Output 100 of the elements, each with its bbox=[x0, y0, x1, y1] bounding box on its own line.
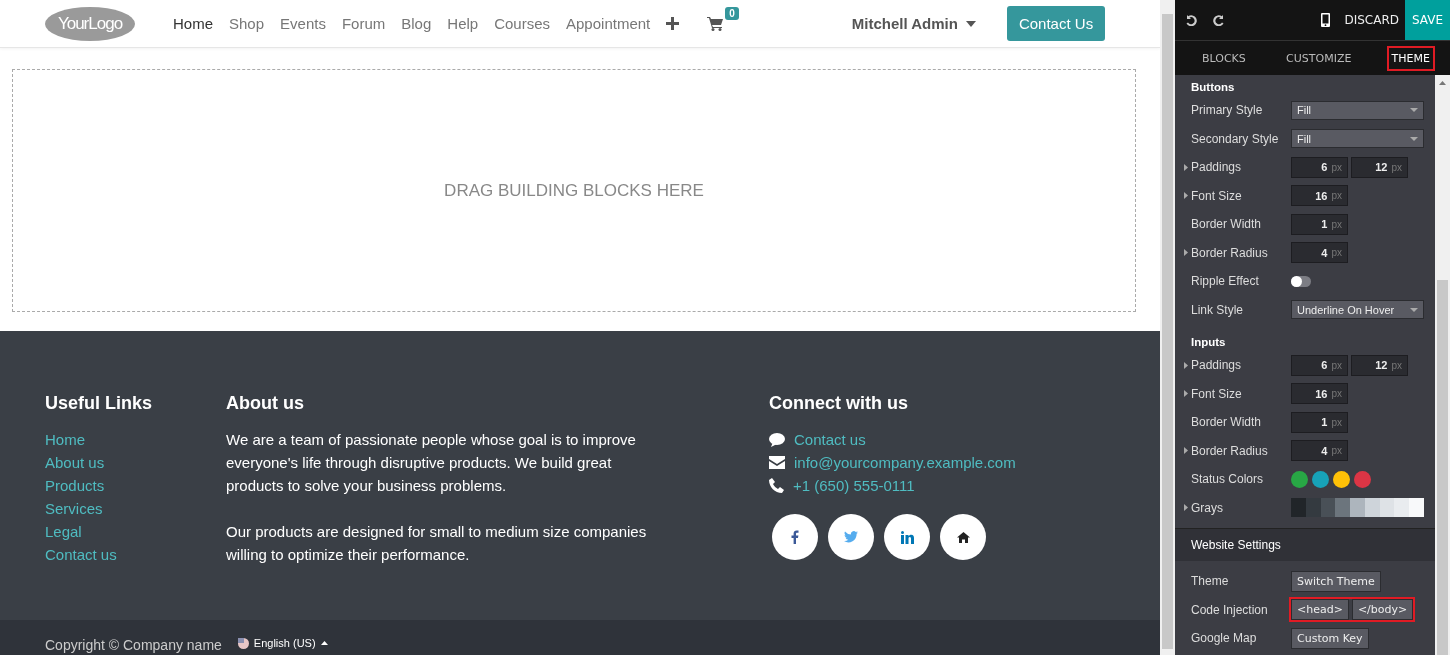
contact-link[interactable]: +1 (650) 555-0111 bbox=[793, 474, 915, 497]
flag-icon bbox=[237, 637, 249, 649]
option-label: Status Colors bbox=[1191, 472, 1265, 487]
toggle-switch[interactable] bbox=[1291, 275, 1311, 287]
select-field[interactable]: Underline On Hover bbox=[1291, 300, 1424, 320]
discard-button[interactable]: DISCARD bbox=[1344, 13, 1399, 27]
option-label: Link Style bbox=[1191, 302, 1245, 317]
column-heading: Useful Links bbox=[45, 393, 154, 414]
option-label: Code Injection bbox=[1191, 602, 1269, 617]
column-heading: Connect with us bbox=[769, 393, 909, 414]
shade-swatch[interactable] bbox=[1394, 498, 1410, 518]
option-button[interactable]: <head> bbox=[1291, 599, 1349, 621]
shade-swatch[interactable] bbox=[1291, 498, 1306, 518]
number-field[interactable]: 4 px bbox=[1291, 242, 1348, 264]
envelope-icon bbox=[769, 456, 785, 469]
number-field[interactable]: 12 px bbox=[1351, 156, 1408, 178]
option-label: Google Map bbox=[1191, 631, 1258, 646]
number-field[interactable]: 6 px bbox=[1291, 156, 1348, 178]
caret-icon bbox=[1410, 136, 1418, 141]
expand-triangle-icon[interactable] bbox=[1184, 163, 1188, 171]
nav-link[interactable]: Blog bbox=[393, 15, 440, 32]
number-field[interactable]: 6 px bbox=[1291, 354, 1348, 376]
expand-triangle-icon[interactable] bbox=[1184, 192, 1188, 200]
save-button[interactable]: SAVE bbox=[1405, 0, 1450, 40]
option-label: Border Radius bbox=[1191, 245, 1269, 260]
option-button[interactable]: Switch Theme bbox=[1291, 570, 1381, 592]
nav-link[interactable]: Forum bbox=[333, 15, 394, 32]
nav-link[interactable]: Courses bbox=[486, 15, 558, 32]
select-field[interactable]: Fill bbox=[1291, 100, 1424, 120]
expand-triangle-icon[interactable] bbox=[1184, 361, 1188, 369]
scrollbar[interactable] bbox=[1437, 280, 1448, 655]
mobile-phone-icon[interactable] bbox=[1321, 13, 1331, 27]
shade-swatch[interactable] bbox=[1335, 498, 1351, 518]
shade-swatch[interactable] bbox=[1350, 498, 1365, 518]
caret-icon bbox=[965, 20, 976, 27]
expand-triangle-icon[interactable] bbox=[1184, 390, 1188, 398]
nav-link[interactable]: Shop bbox=[221, 15, 273, 32]
about-paragraph: We are a team of passionate people whose goal is to improve everyone's life through disruptive products. We build great products to solve your business problems. bbox=[226, 430, 637, 496]
social-button[interactable] bbox=[828, 514, 874, 560]
number-field[interactable]: 4 px bbox=[1291, 440, 1348, 462]
section-heading: Website Settings bbox=[1175, 529, 1435, 561]
tab[interactable]: CUSTOMIZE bbox=[1281, 45, 1357, 71]
number-field[interactable]: 12 px bbox=[1351, 354, 1408, 376]
option-label: Font Size bbox=[1191, 386, 1243, 401]
footer-link[interactable]: Legal bbox=[45, 520, 226, 543]
contact-link[interactable]: info@yourcompany.example.com bbox=[794, 451, 1016, 474]
expand-triangle-icon[interactable] bbox=[1184, 447, 1188, 455]
expand-triangle-icon[interactable] bbox=[1184, 504, 1188, 512]
option-label: Ripple Effect bbox=[1191, 274, 1260, 289]
select-field[interactable]: Fill bbox=[1291, 129, 1424, 149]
social-button[interactable] bbox=[940, 514, 986, 560]
social-button[interactable] bbox=[884, 514, 930, 560]
footer-link[interactable]: Services bbox=[45, 497, 226, 520]
footer-link[interactable]: Contact us bbox=[45, 543, 226, 566]
nav-link[interactable]: Appointment bbox=[558, 15, 659, 32]
home-icon bbox=[956, 531, 970, 543]
expand-triangle-icon[interactable] bbox=[1184, 249, 1188, 257]
undo-icon[interactable] bbox=[1185, 14, 1197, 26]
color-swatch[interactable] bbox=[1333, 470, 1350, 488]
social-button[interactable] bbox=[772, 514, 818, 560]
contact-link[interactable]: Contact us bbox=[794, 428, 866, 451]
color-swatch[interactable] bbox=[1354, 470, 1371, 488]
phone-icon bbox=[769, 478, 784, 493]
cart-icon[interactable] bbox=[707, 16, 724, 31]
number-field[interactable]: 1 px bbox=[1291, 411, 1348, 433]
twitter-bird-icon bbox=[844, 531, 858, 543]
number-field[interactable]: 1 px bbox=[1291, 213, 1348, 235]
tab[interactable]: THEME bbox=[1386, 45, 1435, 71]
color-swatch[interactable] bbox=[1312, 470, 1329, 488]
option-label: Secondary Style bbox=[1191, 131, 1280, 146]
option-label: Paddings bbox=[1191, 160, 1243, 175]
footer-link[interactable]: Home bbox=[45, 428, 226, 451]
color-swatch[interactable] bbox=[1291, 470, 1308, 488]
caret-icon bbox=[1410, 307, 1418, 312]
plus-icon[interactable] bbox=[666, 17, 680, 30]
option-label: Paddings bbox=[1191, 358, 1243, 373]
linkedin-icon bbox=[900, 530, 914, 544]
user-menu[interactable]: Mitchell Admin bbox=[851, 15, 958, 32]
redo-icon[interactable] bbox=[1213, 14, 1225, 26]
contact-us-button[interactable]: Contact Us bbox=[1006, 6, 1106, 41]
drop-zone-label: DRAG BUILDING BLOCKS HERE bbox=[444, 180, 704, 201]
cart-count: 0 bbox=[725, 6, 739, 20]
nav-link[interactable]: Help bbox=[439, 15, 487, 32]
language-selector[interactable]: English (US) bbox=[253, 637, 316, 649]
scrollbar[interactable] bbox=[1162, 14, 1173, 649]
copyright-text: Copyright © Company name bbox=[45, 637, 222, 653]
number-field[interactable]: 16 px bbox=[1291, 185, 1348, 207]
option-label: Font Size bbox=[1191, 188, 1243, 203]
tab[interactable]: BLOCKS bbox=[1197, 45, 1251, 71]
column-heading: About us bbox=[226, 393, 305, 414]
nav-link[interactable]: Events bbox=[272, 15, 334, 32]
number-field[interactable]: 16 px bbox=[1291, 383, 1348, 405]
footer-link[interactable]: Products bbox=[45, 474, 226, 497]
option-button[interactable]: Custom Key bbox=[1291, 627, 1369, 649]
shade-swatch[interactable] bbox=[1409, 498, 1425, 518]
option-button[interactable]: </body> bbox=[1351, 599, 1414, 621]
option-label: Border Width bbox=[1191, 217, 1263, 232]
nav-link[interactable]: Home bbox=[165, 15, 221, 32]
caret-up-icon bbox=[320, 641, 328, 645]
footer-link[interactable]: About us bbox=[45, 451, 226, 474]
